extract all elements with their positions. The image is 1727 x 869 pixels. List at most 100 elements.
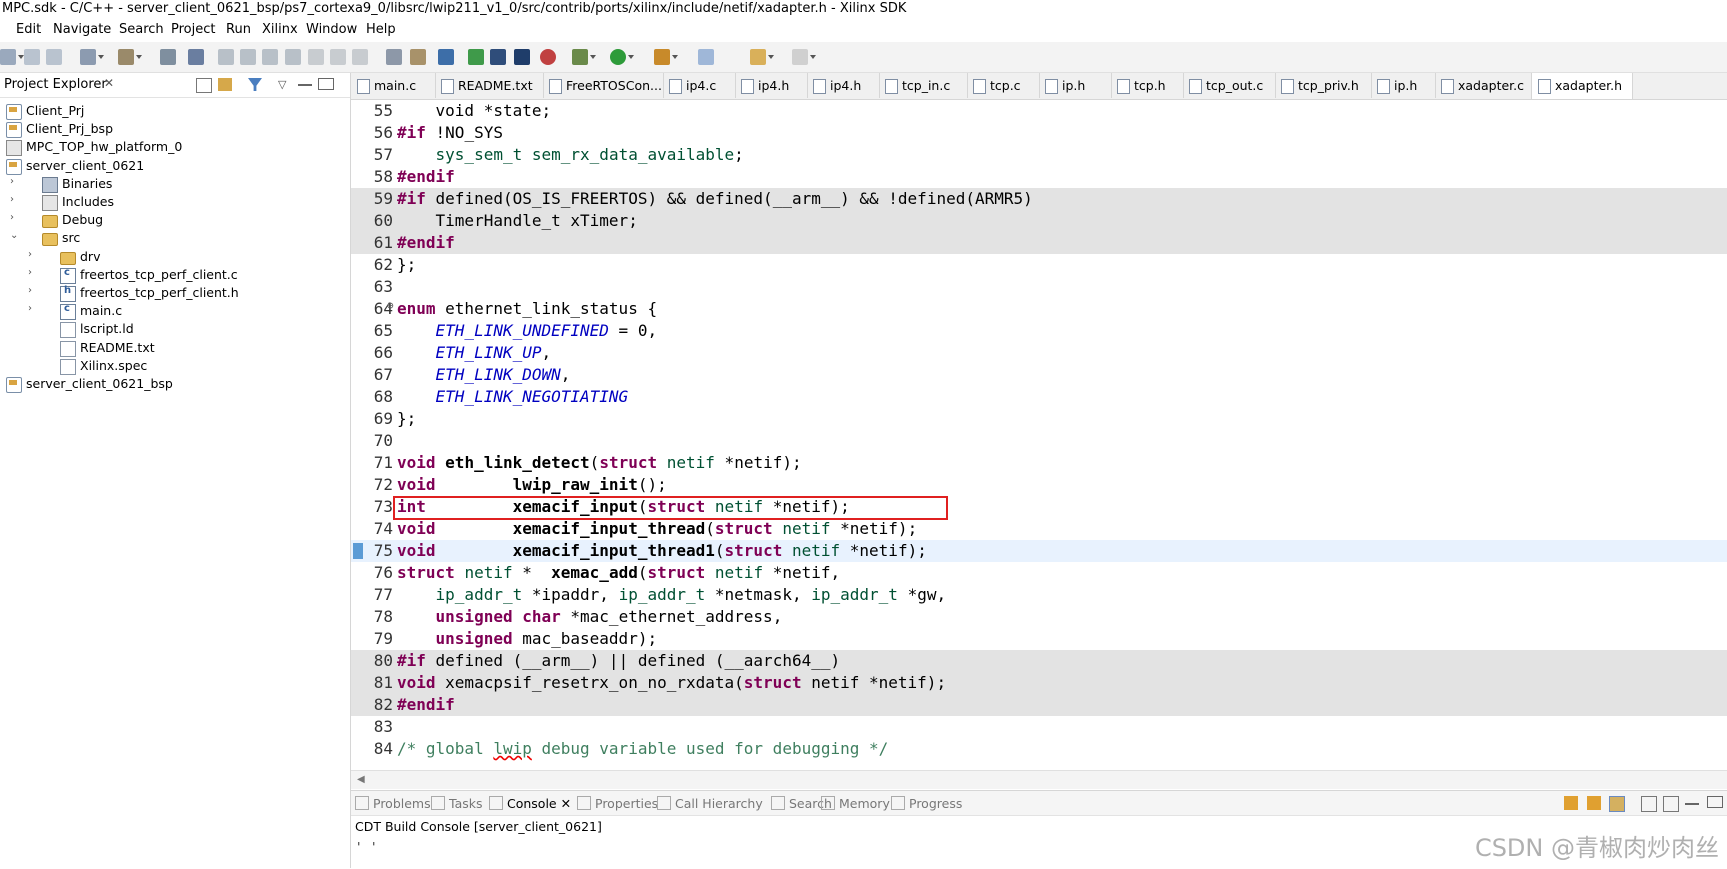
code-line[interactable]: 64 ⊖ enum ethernet_link_status { [351, 298, 1727, 320]
code-line[interactable]: 70 [351, 430, 1727, 452]
highlight-icon[interactable] [698, 49, 714, 65]
debug-skip-icon[interactable] [188, 49, 204, 65]
terminate-icon[interactable] [262, 49, 278, 65]
code-line[interactable]: 79 unsigned mac_baseaddr); [351, 628, 1727, 650]
code-line[interactable]: 56 #if !NO_SYS [351, 122, 1727, 144]
chevron-right-icon[interactable]: › [28, 267, 38, 278]
editor-tab[interactable]: ip.h [1371, 73, 1436, 98]
tree-item[interactable]: › drv [0, 247, 350, 267]
code-line[interactable]: 62}; [351, 254, 1727, 276]
editor-tab[interactable]: FreeRTOSCon... [543, 73, 664, 98]
code-line[interactable]: 83 [351, 716, 1727, 738]
editor-tab[interactable]: main.c [351, 73, 436, 98]
nav-forward-icon[interactable] [792, 49, 816, 65]
xsdb-icon[interactable] [438, 49, 454, 65]
launch-shell-icon[interactable] [490, 49, 506, 65]
bottom-tab[interactable]: Memory [821, 796, 890, 811]
editor-tab[interactable]: ip4.h [807, 73, 880, 98]
code-line[interactable]: 84/* global lwip debug variable used for… [351, 738, 1727, 760]
xilinx-tools-icon[interactable] [160, 49, 176, 65]
editor-tab[interactable]: xadapter.h [1531, 73, 1633, 99]
code-line[interactable]: 81 void xemacpsif_resetrx_on_no_rxdata(st… [351, 672, 1727, 694]
nav-back-icon[interactable] [750, 49, 774, 65]
code-line[interactable]: 68 ETH_LINK_NEGOTIATING [351, 386, 1727, 408]
drop-frame-icon[interactable] [386, 49, 402, 65]
bottom-tab[interactable]: Call Hierarchy [657, 796, 763, 811]
tree-item[interactable]: lscript.ld [0, 319, 350, 339]
maximize-icon[interactable] [1707, 796, 1723, 808]
editor-tab[interactable]: tcp_priv.h [1275, 73, 1372, 98]
chevron-right-icon[interactable]: › [10, 212, 20, 223]
bottom-tab[interactable]: Tasks [431, 796, 483, 811]
code-line[interactable]: 69}; [351, 408, 1727, 430]
code-line[interactable]: 59 #if defined(OS_IS_FREERTOS) && defined… [351, 188, 1727, 210]
tree-item[interactable]: › freertos_tcp_perf_client.c [0, 265, 350, 285]
code-line[interactable]: 65 ETH_LINK_UNDEFINED = 0, [351, 320, 1727, 342]
step-into-icon[interactable] [308, 49, 324, 65]
menu-project[interactable]: Project [171, 22, 215, 37]
code-line[interactable]: 75 void xemacif_input_thread1(struct neti… [351, 540, 1727, 562]
code-line[interactable]: 63 [351, 276, 1727, 298]
menu-search[interactable]: Search [119, 22, 164, 37]
bottom-tab[interactable]: Properties [577, 796, 658, 811]
maximize-icon[interactable] [318, 78, 334, 90]
code-area[interactable]: 55 void *state; 56 #if !NO_SYS 57 sys_sem_t… [351, 100, 1727, 770]
code-line[interactable]: 61 #endif [351, 232, 1727, 254]
chevron-right-icon[interactable]: › [28, 303, 38, 314]
close-icon[interactable]: ✕ [104, 76, 114, 90]
tree-item[interactable]: Client_Prj_bsp [0, 119, 350, 139]
suspend-icon[interactable] [240, 49, 256, 65]
run-icon[interactable] [610, 49, 634, 65]
scroll-up-icon[interactable] [1587, 796, 1601, 810]
tree-item[interactable]: Xilinx.spec [0, 356, 350, 376]
build-config-icon[interactable] [80, 49, 104, 65]
scroll-lock-icon[interactable] [1564, 796, 1578, 810]
project-explorer-title[interactable]: Project Explorer [4, 77, 107, 92]
code-line[interactable]: 60 TimerHandle_t xTimer; [351, 210, 1727, 232]
chevron-right-icon[interactable]: › [28, 249, 38, 260]
menu-edit[interactable]: Edit [16, 22, 41, 37]
chevron-right-icon[interactable]: › [10, 194, 20, 205]
tree-item[interactable]: › freertos_tcp_perf_client.h [0, 283, 350, 303]
pin-console-icon[interactable] [1609, 796, 1625, 812]
minimize-icon[interactable] [298, 78, 312, 86]
step-return-icon[interactable] [352, 49, 368, 65]
menu-help[interactable]: Help [366, 22, 396, 37]
save-all-icon[interactable] [46, 49, 62, 65]
record-icon[interactable] [540, 49, 556, 65]
menu-xilinx[interactable]: Xilinx [262, 22, 298, 37]
display-console-icon[interactable] [1641, 796, 1657, 812]
disconnect-icon[interactable] [285, 49, 301, 65]
code-line[interactable]: 55 void *state; [351, 100, 1727, 122]
tree-item[interactable]: › Includes [0, 192, 350, 212]
save-icon[interactable] [24, 49, 40, 65]
tree-item[interactable]: MPC_TOP_hw_platform_0 [0, 137, 350, 157]
terminal-icon[interactable] [468, 49, 484, 65]
editor-tab[interactable]: tcp_out.c [1183, 73, 1276, 98]
view-menu-icon[interactable]: ▽ [278, 78, 292, 91]
bottom-tab[interactable]: Problems [355, 796, 431, 811]
code-line[interactable]: 57 sys_sem_t sem_rx_data_available; [351, 144, 1727, 166]
code-line[interactable]: 78 unsigned char *mac_ethernet_address, [351, 606, 1727, 628]
program-fpga-icon[interactable] [410, 49, 426, 65]
tree-item[interactable]: › Debug [0, 210, 350, 230]
target-connect-icon[interactable] [514, 49, 530, 65]
collapse-all-icon[interactable] [196, 78, 212, 93]
editor-tab[interactable]: ip4.h [735, 73, 808, 98]
bottom-tab[interactable]: Progress [891, 796, 962, 811]
editor-tab[interactable]: tcp.c [967, 73, 1040, 98]
tree-item[interactable]: ⌄ src [0, 228, 350, 248]
editor-tab[interactable]: tcp_in.c [879, 73, 968, 98]
horizontal-scrollbar[interactable]: ◀ [351, 770, 1727, 789]
code-line[interactable]: 77 ip_addr_t *ipaddr, ip_addr_t *netmask… [351, 584, 1727, 606]
tree-item[interactable]: ⌄server_client_0621 [0, 156, 350, 176]
code-line[interactable]: 58 #endif [351, 166, 1727, 188]
code-line[interactable]: 72 void lwip_raw_init(); [351, 474, 1727, 496]
fold-icon[interactable]: ⊖ [387, 299, 394, 312]
code-line[interactable]: 80 #if defined (__arm__) || defined (__aa… [351, 650, 1727, 672]
filter-icon[interactable] [248, 78, 262, 91]
scroll-left-icon[interactable]: ◀ [357, 774, 365, 785]
code-line[interactable]: 82 #endif [351, 694, 1727, 716]
code-line[interactable]: 66 ETH_LINK_UP, [351, 342, 1727, 364]
menu-navigate[interactable]: Navigate [53, 22, 111, 37]
